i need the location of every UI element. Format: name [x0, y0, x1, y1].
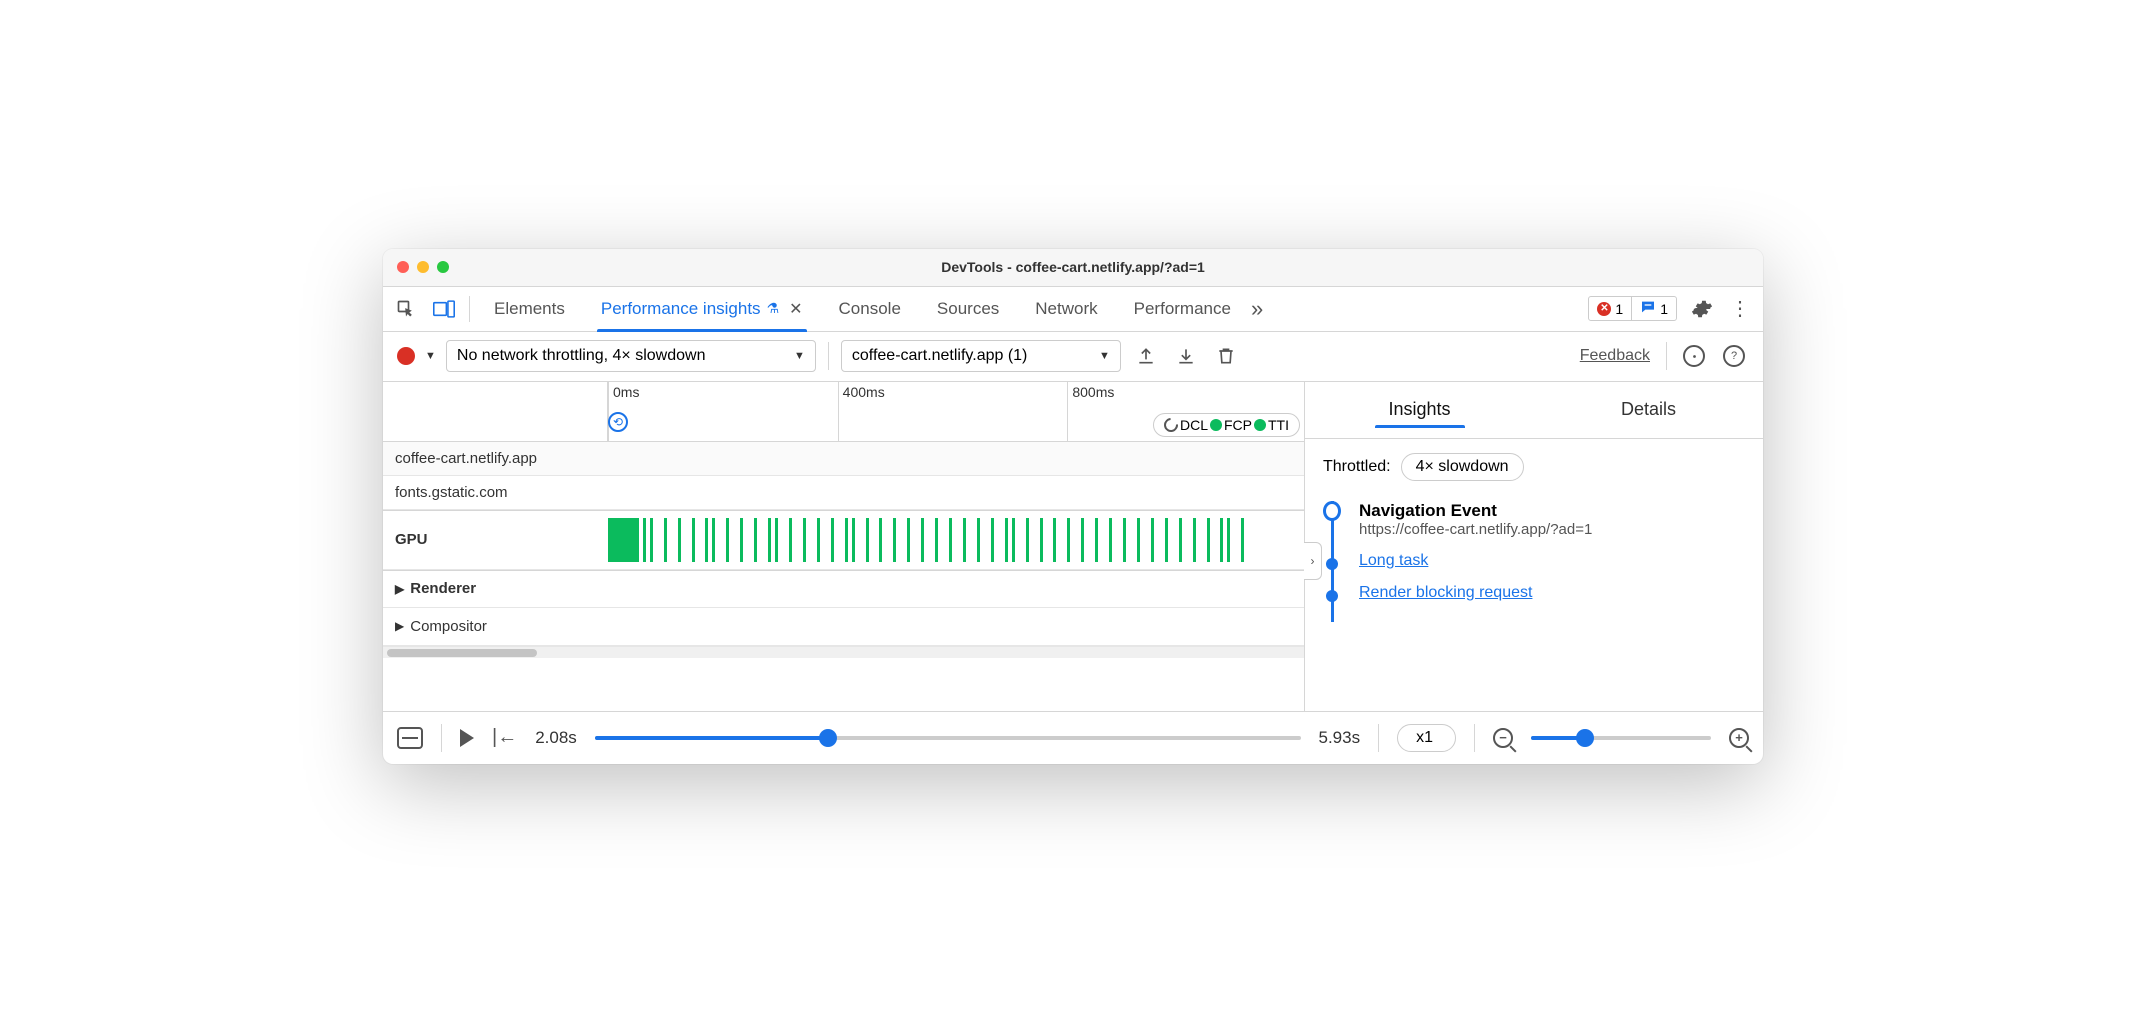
horizontal-scrollbar[interactable]	[383, 646, 1304, 658]
kebab-menu-icon[interactable]: ⋮	[1723, 292, 1757, 326]
insight-long-task[interactable]: Long task	[1359, 552, 1428, 569]
tti-dot	[1254, 419, 1266, 431]
tab-network[interactable]: Network	[1019, 287, 1113, 331]
divider	[1378, 724, 1379, 752]
insight-marker	[1326, 590, 1338, 602]
divider	[441, 724, 442, 752]
inspect-icon[interactable]	[389, 292, 423, 326]
zoom-slider[interactable]	[1531, 736, 1711, 740]
error-icon: ✕	[1597, 302, 1611, 316]
track-network-2[interactable]: fonts.gstatic.com	[383, 476, 608, 509]
tick-1: 400ms	[843, 384, 885, 400]
marker-fcp: FCP	[1224, 417, 1252, 433]
minimize-window[interactable]	[417, 261, 429, 273]
insight-render-blocking[interactable]: Render blocking request	[1359, 584, 1532, 601]
more-tabs-icon[interactable]: »	[1251, 296, 1263, 322]
time-end: 5.93s	[1319, 728, 1361, 748]
window-title: DevTools - coffee-cart.netlify.app/?ad=1	[383, 259, 1763, 275]
markers-legend: DCL FCP TTI	[1153, 413, 1300, 437]
tick-2: 800ms	[1072, 384, 1114, 400]
reload-marker-icon	[1161, 415, 1181, 435]
marker-dcl: DCL	[1180, 417, 1208, 433]
nav-event-marker	[1323, 501, 1341, 521]
close-window[interactable]	[397, 261, 409, 273]
tab-sources[interactable]: Sources	[921, 287, 1015, 331]
message-icon	[1640, 299, 1656, 318]
throttle-select[interactable]: No network throttling, 4× slowdown ▼	[446, 340, 816, 372]
gpu-activity	[608, 518, 1304, 562]
expand-icon[interactable]: ▶	[395, 619, 404, 633]
collapse-panel-icon[interactable]: ›	[1304, 542, 1322, 580]
divider	[1666, 342, 1667, 370]
track-compositor[interactable]: ▶Compositor	[383, 608, 608, 645]
titlebar[interactable]: DevTools - coffee-cart.netlify.app/?ad=1	[383, 249, 1763, 287]
expand-icon[interactable]: ▶	[395, 582, 404, 596]
throttled-value-pill[interactable]: 4× slowdown	[1401, 453, 1524, 481]
issues-badges[interactable]: ✕ 1 1	[1588, 296, 1677, 321]
tick-0: 0ms	[613, 384, 639, 400]
help-icon[interactable]: ?	[1719, 341, 1749, 371]
playback-footer: |← 2.08s 5.93s x1 − +	[383, 712, 1763, 764]
error-count: 1	[1615, 301, 1623, 317]
tab-performance[interactable]: Performance	[1118, 287, 1247, 331]
playhead-icon[interactable]: ⟲	[608, 412, 628, 432]
divider	[828, 342, 829, 370]
maximize-window[interactable]	[437, 261, 449, 273]
tab-insights[interactable]: Insights	[1305, 399, 1534, 420]
track-network-1[interactable]: coffee-cart.netlify.app	[383, 442, 608, 475]
insight-marker	[1326, 558, 1338, 570]
settings-icon[interactable]	[1685, 292, 1719, 326]
feedback-link[interactable]: Feedback	[1580, 347, 1650, 365]
insights-toolbar: ▼ No network throttling, 4× slowdown ▼ c…	[383, 332, 1763, 382]
marker-tti: TTI	[1268, 417, 1289, 433]
devtools-tabs: Elements Performance insights ⚗ ✕ Consol…	[383, 287, 1763, 332]
divider	[1474, 724, 1475, 752]
delete-icon[interactable]	[1211, 341, 1241, 371]
time-start: 2.08s	[535, 728, 577, 748]
close-tab-icon[interactable]: ✕	[789, 299, 802, 319]
recording-select[interactable]: coffee-cart.netlify.app (1) ▼	[841, 340, 1121, 372]
track-renderer[interactable]: ▶Renderer	[383, 571, 608, 607]
screenshot-toggle-icon[interactable]	[397, 727, 423, 749]
track-gpu[interactable]: GPU	[383, 511, 608, 569]
time-ruler[interactable]: 0ms 400ms 800ms DCL FCP TTI ⟲	[608, 382, 1304, 441]
download-icon[interactable]	[1171, 341, 1201, 371]
record-button[interactable]	[397, 347, 415, 365]
panel-settings-icon[interactable]	[1679, 341, 1709, 371]
zoom-out-icon[interactable]: −	[1493, 728, 1513, 748]
time-slider[interactable]	[595, 736, 1301, 740]
message-count: 1	[1660, 301, 1668, 317]
tab-elements[interactable]: Elements	[478, 287, 581, 331]
experiment-icon: ⚗	[767, 300, 780, 317]
tab-console[interactable]: Console	[823, 287, 917, 331]
divider	[469, 296, 470, 322]
rewind-button[interactable]: |←	[492, 726, 517, 749]
timeline-panel: 0ms 400ms 800ms DCL FCP TTI ⟲ coffee-car…	[383, 382, 1305, 711]
throttled-label: Throttled:	[1323, 458, 1391, 476]
speed-pill[interactable]: x1	[1397, 724, 1456, 752]
upload-icon[interactable]	[1131, 341, 1161, 371]
tab-performance-insights[interactable]: Performance insights ⚗ ✕	[585, 287, 819, 331]
insights-panel: › Insights Details Throttled: 4× slowdow…	[1305, 382, 1763, 711]
play-button[interactable]	[460, 729, 474, 747]
throttle-select-value: No network throttling, 4× slowdown	[457, 347, 706, 365]
zoom-in-icon[interactable]: +	[1729, 728, 1749, 748]
nav-event-title: Navigation Event	[1359, 501, 1745, 521]
nav-event-url: https://coffee-cart.netlify.app/?ad=1	[1359, 521, 1745, 538]
fcp-dot	[1210, 419, 1222, 431]
tab-details[interactable]: Details	[1534, 399, 1763, 420]
record-menu-caret[interactable]: ▼	[425, 350, 436, 362]
device-toggle-icon[interactable]	[427, 292, 461, 326]
recording-select-value: coffee-cart.netlify.app (1)	[852, 347, 1028, 365]
